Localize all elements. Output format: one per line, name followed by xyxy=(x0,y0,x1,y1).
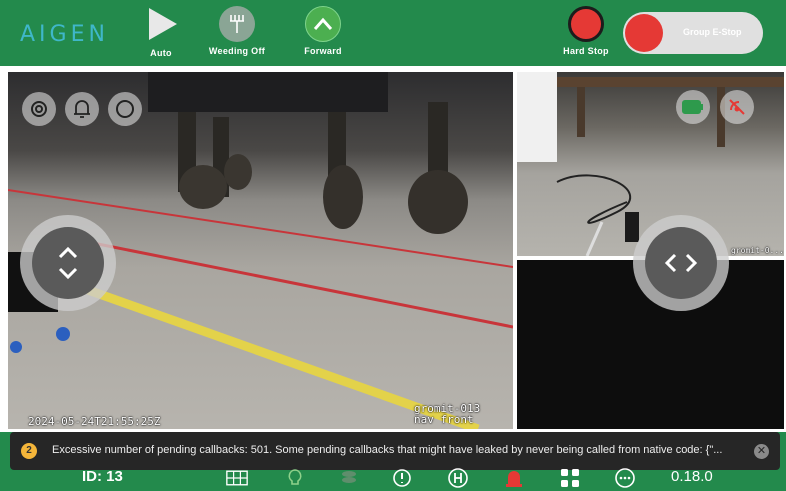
tire-pressure-icon[interactable] xyxy=(391,467,413,489)
logo-text: AIGEN xyxy=(20,21,109,47)
drive-joystick-knob[interactable] xyxy=(32,227,104,299)
forward-icon xyxy=(305,6,341,42)
app-version: 0.18.0 xyxy=(671,468,713,485)
aigen-logo: AIGEN xyxy=(20,21,109,47)
hitch-icon[interactable] xyxy=(447,467,469,489)
apps-icon[interactable] xyxy=(559,467,581,489)
grid-icon[interactable] xyxy=(226,467,248,489)
auto-button[interactable]: Auto xyxy=(141,6,181,58)
drive-joystick[interactable] xyxy=(20,215,116,311)
settings-button[interactable] xyxy=(22,92,56,126)
hard-stop-label: Hard Stop xyxy=(563,46,609,56)
settings-icon xyxy=(31,101,47,117)
battery-status xyxy=(676,90,710,124)
hard-stop-icon xyxy=(568,6,604,42)
group-estop-label: Group E-Stop xyxy=(683,27,742,37)
tr-camera-label: gromit-0... xyxy=(731,246,784,255)
camera-name-label: gromit-013 nav front xyxy=(414,402,481,426)
alerts-button[interactable] xyxy=(65,92,99,126)
compass-button[interactable] xyxy=(108,92,142,126)
left-right-arrows-icon xyxy=(664,253,698,273)
warning-toast[interactable]: 2 Excessive number of pending callbacks:… xyxy=(10,432,780,470)
alarm-icon[interactable] xyxy=(503,467,525,489)
layers-icon[interactable] xyxy=(338,467,360,489)
group-estop-toggle[interactable]: Group E-Stop xyxy=(623,12,763,54)
gps-status xyxy=(720,90,754,124)
warning-count-badge: 2 xyxy=(21,443,37,459)
hard-stop-button[interactable]: Hard Stop xyxy=(561,6,611,56)
forward-button[interactable]: Forward xyxy=(299,6,347,56)
bulb-icon[interactable] xyxy=(284,467,306,489)
weeding-icon xyxy=(219,6,255,42)
auto-icon xyxy=(149,8,177,40)
estop-knob[interactable] xyxy=(625,14,663,52)
steer-joystick-knob[interactable] xyxy=(645,227,717,299)
more-icon[interactable] xyxy=(614,467,636,489)
camera-timestamp: 2024-05-24T21:55:25Z xyxy=(28,415,161,428)
warning-message: Excessive number of pending callbacks: 5… xyxy=(52,444,723,456)
forward-label: Forward xyxy=(304,46,342,56)
close-icon[interactable]: ✕ xyxy=(754,444,769,459)
auto-label: Auto xyxy=(150,48,172,58)
bell-icon xyxy=(74,100,90,118)
weeding-button[interactable]: Weeding Off xyxy=(205,6,269,56)
up-down-arrows-icon xyxy=(58,246,78,280)
compass-icon xyxy=(116,100,134,118)
robot-id: ID: 13 xyxy=(82,468,123,485)
steer-joystick[interactable] xyxy=(633,215,729,311)
gps-off-icon xyxy=(729,99,745,115)
weeding-label: Weeding Off xyxy=(208,46,266,56)
battery-icon xyxy=(682,100,703,114)
